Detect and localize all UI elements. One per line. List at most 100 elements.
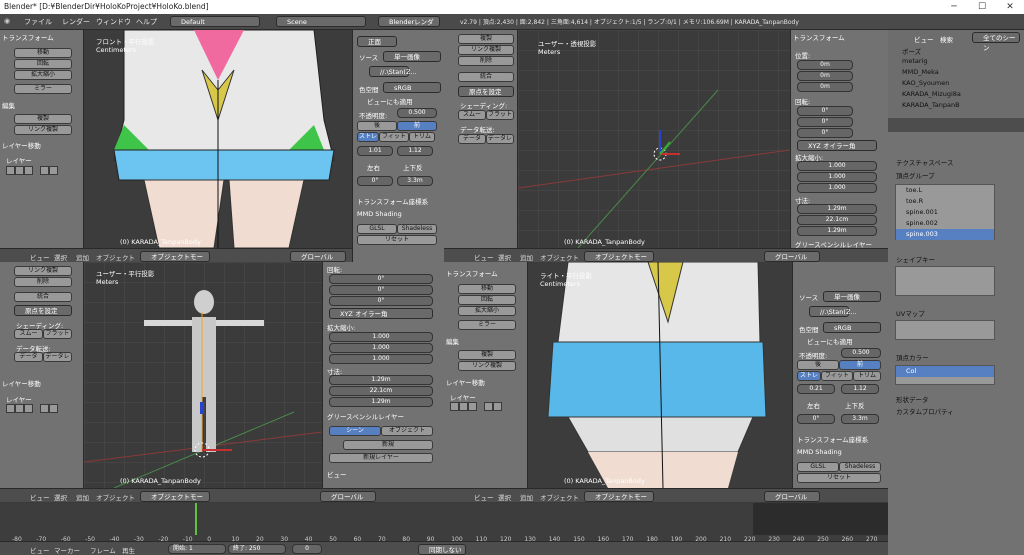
vertex-group-list[interactable]: toe.L toe.R spine.001 spine.002 spine.00…: [895, 184, 995, 240]
fit-toggle[interactable]: フィット: [379, 132, 409, 142]
rotation-z-field[interactable]: 0°: [329, 296, 433, 306]
rotation-mode-select[interactable]: XYZ オイラー角: [329, 308, 433, 319]
select-menu[interactable]: 選択: [54, 492, 67, 502]
scale-z-field[interactable]: 1.000: [329, 354, 433, 364]
scale-button[interactable]: 拡大縮小: [458, 306, 516, 316]
grease-pencil-layer-header[interactable]: グリースペンシルレイヤー: [795, 239, 872, 248]
stretch-toggle[interactable]: ストレ: [357, 132, 379, 142]
vertex-group-item[interactable]: toe.L: [896, 185, 994, 196]
dimension-z-field[interactable]: 1.29m: [797, 226, 877, 236]
layer-toggle[interactable]: [493, 402, 502, 411]
mmd-shading-header[interactable]: MMD Shading: [357, 210, 402, 218]
uv-maps-header[interactable]: UVマップ: [896, 308, 925, 318]
outliner-item[interactable]: KARADA_Mizugi8a: [902, 90, 961, 98]
marker-menu[interactable]: マーカー: [54, 545, 80, 555]
dimension-y-field[interactable]: 22.1cm: [329, 386, 433, 396]
image-name-field[interactable]: //.\Stan(Z...: [369, 66, 417, 77]
image-name-field[interactable]: //.\Stan(Z...: [809, 306, 857, 317]
outliner-item[interactable]: KARADA_TanpanB: [902, 101, 960, 109]
viewport-bottom-left[interactable]: リンク複製 削除 統合 原点を設定 シェーディング: スムー フラット データ転…: [0, 262, 444, 488]
layer-toggle[interactable]: [459, 402, 468, 411]
scale-x-field[interactable]: 1.000: [797, 161, 877, 171]
size-field[interactable]: 3.3m: [841, 414, 879, 424]
height-field[interactable]: 1.12: [397, 146, 433, 156]
custom-properties-header[interactable]: カスタムプロパティ: [896, 406, 954, 416]
vertex-group-item[interactable]: spine.002: [896, 218, 994, 229]
front-toggle[interactable]: 前: [839, 360, 881, 370]
view-menu[interactable]: ビュー: [474, 252, 494, 262]
outliner-item[interactable]: MMD_Meka: [902, 68, 939, 76]
outliner-search-menu[interactable]: 検索: [940, 34, 953, 44]
panel-layer-move-header[interactable]: レイヤー移動: [446, 377, 485, 387]
mmd-shading-header[interactable]: MMD Shading: [797, 448, 842, 456]
move-button[interactable]: 移動: [14, 48, 72, 58]
dimension-y-field[interactable]: 22.1cm: [797, 215, 877, 225]
link-duplicate-button[interactable]: リンク複製: [458, 45, 514, 55]
rotate-button[interactable]: 回転: [14, 59, 72, 69]
vertex-color-item[interactable]: Col: [896, 366, 994, 377]
new-layer-button[interactable]: 新規レイヤー: [329, 453, 433, 463]
duplicate-button[interactable]: 複製: [458, 34, 514, 44]
menu-window[interactable]: ウィンドウ: [96, 17, 131, 27]
viewport-top-right[interactable]: 複製 リンク複製 削除 統合 原点を設定 シェーディング: スムー フラット デ…: [444, 30, 888, 248]
panel-edit-header[interactable]: 編集: [2, 100, 15, 110]
reset-button[interactable]: リセット: [797, 473, 881, 483]
menu-help[interactable]: ヘルプ: [136, 17, 157, 27]
object-menu[interactable]: オブジェクト: [96, 252, 135, 262]
source-select[interactable]: 単一画像: [383, 51, 441, 62]
view-menu[interactable]: ビュー: [30, 492, 50, 502]
join-button[interactable]: 統合: [14, 292, 72, 302]
flip-y-checkbox[interactable]: 上下反: [403, 162, 423, 172]
rotation-field[interactable]: 0°: [797, 414, 835, 424]
view-menu[interactable]: ビュー: [474, 492, 494, 502]
orientation-select[interactable]: グローバル: [764, 251, 820, 262]
menu-file[interactable]: ファイル: [24, 17, 52, 27]
glsl-button[interactable]: GLSL: [797, 462, 839, 472]
mode-select[interactable]: オブジェクトモード: [584, 491, 654, 511]
link-duplicate-button[interactable]: リンク複製: [458, 361, 516, 371]
layer-toggle[interactable]: [15, 404, 24, 413]
outliner-item[interactable]: ポーズ: [902, 46, 921, 56]
vertex-groups-header[interactable]: 頂点グループ: [896, 170, 935, 180]
layer-toggle[interactable]: [484, 402, 493, 411]
scene-toggle[interactable]: シーン: [329, 426, 381, 436]
duplicate-button[interactable]: 複製: [14, 114, 72, 124]
back-toggle[interactable]: 後: [357, 121, 397, 131]
add-menu[interactable]: 追加: [520, 492, 533, 502]
rotate-button[interactable]: 回転: [458, 295, 516, 305]
width-field[interactable]: 1.01: [357, 146, 393, 156]
location-z-field[interactable]: 0m: [797, 82, 853, 92]
layer-toggle[interactable]: [468, 402, 477, 411]
layer-toggle[interactable]: [40, 166, 49, 175]
timeline-editor[interactable]: -80 -70 -60 -50 -40 -30 -20 -10 0 10 20 30 40 50 60 70 8…: [0, 503, 902, 543]
minimize-button[interactable]: ─: [940, 0, 968, 14]
scene-select[interactable]: Scene: [276, 16, 366, 27]
vertex-group-item[interactable]: spine.003: [896, 229, 994, 240]
location-y-field[interactable]: 0m: [797, 71, 853, 81]
glsl-button[interactable]: GLSL: [357, 224, 397, 234]
start-frame-field[interactable]: 開始: 1: [168, 544, 226, 554]
set-origin-select[interactable]: 原点を設定: [14, 305, 72, 316]
layer-toggle[interactable]: [24, 166, 33, 175]
object-menu[interactable]: オブジェクト: [540, 492, 579, 502]
data-button[interactable]: データ: [14, 352, 43, 362]
axis-select[interactable]: 正面: [357, 36, 397, 47]
flat-button[interactable]: フラット: [43, 329, 72, 339]
vertex-group-item[interactable]: spine.001: [896, 207, 994, 218]
rotation-mode-select[interactable]: XYZ オイラー角: [797, 140, 877, 151]
flip-x-checkbox[interactable]: 左右: [367, 162, 380, 172]
panel-transform-header[interactable]: トランスフォーム: [446, 268, 498, 278]
layer-toggle[interactable]: [15, 166, 24, 175]
playback-menu[interactable]: 再生: [122, 545, 135, 555]
layer-toggle[interactable]: [6, 404, 15, 413]
geometry-data-header[interactable]: 形状データ: [896, 394, 929, 404]
flat-button[interactable]: フラット: [486, 110, 514, 120]
dimension-x-field[interactable]: 1.29m: [797, 204, 877, 214]
size-field[interactable]: 3.3m: [397, 176, 433, 186]
link-duplicate-button[interactable]: リンク複製: [14, 125, 72, 135]
sync-select[interactable]: 同期しない: [418, 544, 466, 555]
shadeless-button[interactable]: Shadeless: [839, 462, 881, 472]
color-space-select[interactable]: sRGB: [823, 322, 881, 333]
scale-x-field[interactable]: 1.000: [329, 332, 433, 342]
view-menu[interactable]: ビュー: [30, 545, 50, 555]
